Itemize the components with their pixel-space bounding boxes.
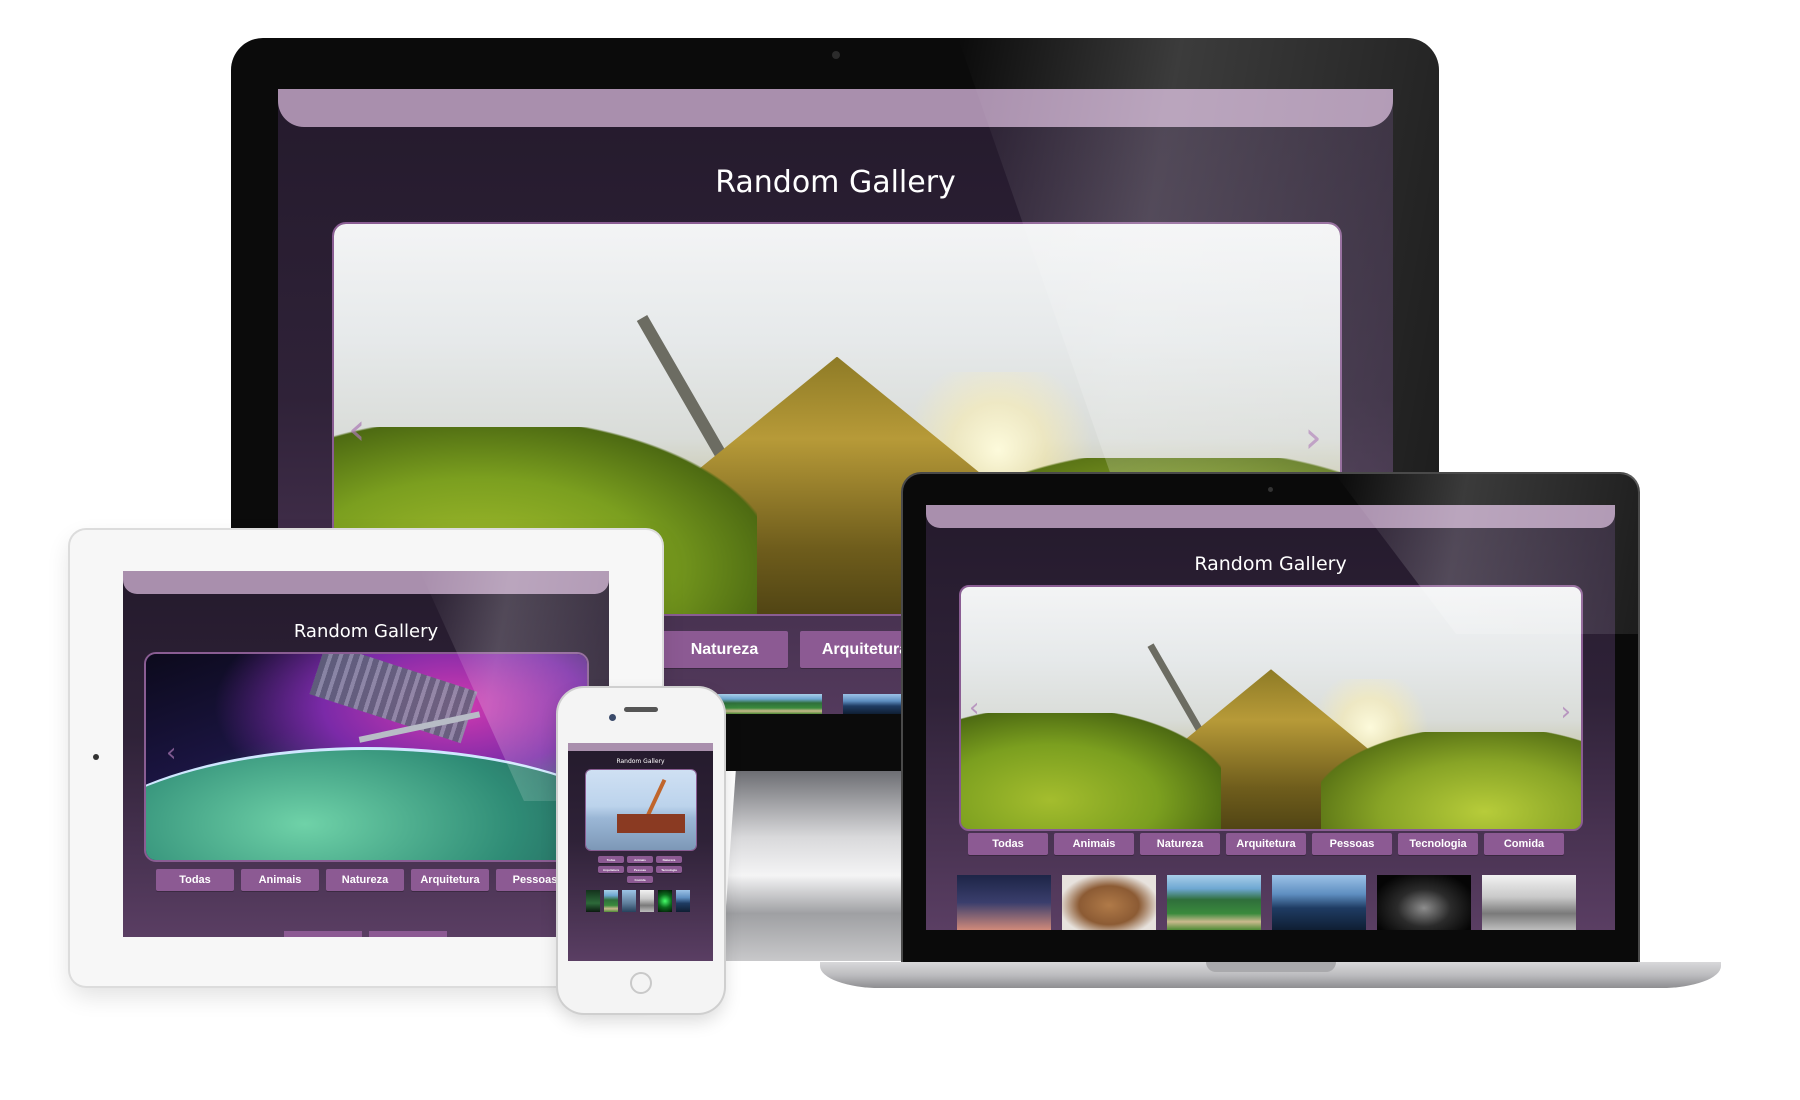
top-bar [568, 743, 713, 751]
thumbnail[interactable] [640, 890, 654, 912]
iphone-camera [609, 714, 616, 721]
thumbnail[interactable] [957, 875, 1051, 930]
top-bar [278, 89, 1393, 127]
next-arrow-icon[interactable]: › [1304, 412, 1322, 463]
filter-button-arquitetura[interactable]: Arquitetura [411, 869, 489, 891]
filter-button-todas[interactable]: Todas [156, 869, 234, 891]
macbook-screen: Random Gallery ‹ › Todas Animais Naturez… [926, 505, 1615, 930]
filter-button-overflow[interactable] [369, 931, 447, 937]
imac-camera [832, 51, 840, 59]
filter-button-natureza[interactable]: Natureza [1140, 833, 1220, 855]
filter-button-animais[interactable]: Animais [627, 856, 653, 863]
image-viewer: ‹ › [144, 652, 589, 862]
macbook-trackpad-notch [1206, 962, 1336, 972]
filter-button-animais[interactable]: Animais [241, 869, 319, 891]
filter-button-todas[interactable]: Todas [968, 833, 1048, 855]
filter-button-natureza[interactable]: Natureza [326, 869, 404, 891]
ipad-camera [93, 754, 99, 760]
ipad-screen: Random Gallery ‹ › Todas Animais Naturez… [123, 571, 609, 937]
filter-button-pessoas[interactable]: Pessoas [627, 866, 653, 873]
thumbnail[interactable] [1167, 875, 1261, 930]
filter-button-natureza[interactable]: Natureza [661, 631, 788, 668]
next-arrow-icon[interactable]: › [1561, 697, 1571, 727]
page-title: Random Gallery [616, 758, 665, 765]
filter-button-arquitetura[interactable]: Arquitetura [1226, 833, 1306, 855]
iphone-home-button[interactable] [630, 972, 652, 994]
thumbnail[interactable] [658, 890, 672, 912]
prev-arrow-icon[interactable]: ‹ [969, 693, 979, 723]
thumbnail[interactable] [604, 890, 618, 912]
filter-button-tecnologia[interactable]: Tecnologia [1398, 833, 1478, 855]
filter-button-tecnologia[interactable]: Tecnologia [656, 866, 682, 873]
filter-button-pessoas[interactable]: Pessoas [1312, 833, 1392, 855]
featured-photo [146, 654, 587, 860]
filter-button-comida[interactable]: Comida [1484, 833, 1564, 855]
prev-arrow-icon[interactable]: ‹ [166, 738, 176, 768]
macbook-camera [1268, 487, 1273, 492]
thumbnail[interactable] [718, 694, 822, 714]
thumbnail[interactable] [676, 890, 690, 912]
page-title: Random Gallery [293, 621, 439, 642]
featured-photo [961, 587, 1581, 829]
filter-button-overflow[interactable] [284, 931, 362, 937]
filter-button-todas[interactable]: Todas [598, 856, 624, 863]
iphone-speaker [624, 707, 658, 712]
page-title: Random Gallery [1194, 553, 1347, 575]
thumbnail[interactable] [1062, 875, 1156, 930]
filter-button-natureza[interactable]: Natureza [656, 856, 682, 863]
top-bar [123, 571, 609, 594]
iphone-screen: Random Gallery Todas Animais Natureza Ar… [568, 743, 713, 961]
thumbnail[interactable] [1482, 875, 1576, 930]
filter-button-arquitetura[interactable]: Arquitetura [598, 866, 624, 873]
image-viewer [585, 769, 697, 851]
thumbnail[interactable] [622, 890, 636, 912]
thumbnail[interactable] [1377, 875, 1471, 930]
prev-arrow-icon[interactable]: ‹ [348, 404, 366, 455]
image-viewer: ‹ › [959, 585, 1583, 831]
featured-photo [586, 770, 696, 850]
thumbnail[interactable] [1272, 875, 1366, 930]
thumbnail[interactable] [586, 890, 600, 912]
filter-button-animais[interactable]: Animais [1054, 833, 1134, 855]
page-title: Random Gallery [715, 165, 956, 200]
filter-button-comida[interactable]: Comida [627, 876, 653, 883]
top-bar [926, 505, 1615, 528]
